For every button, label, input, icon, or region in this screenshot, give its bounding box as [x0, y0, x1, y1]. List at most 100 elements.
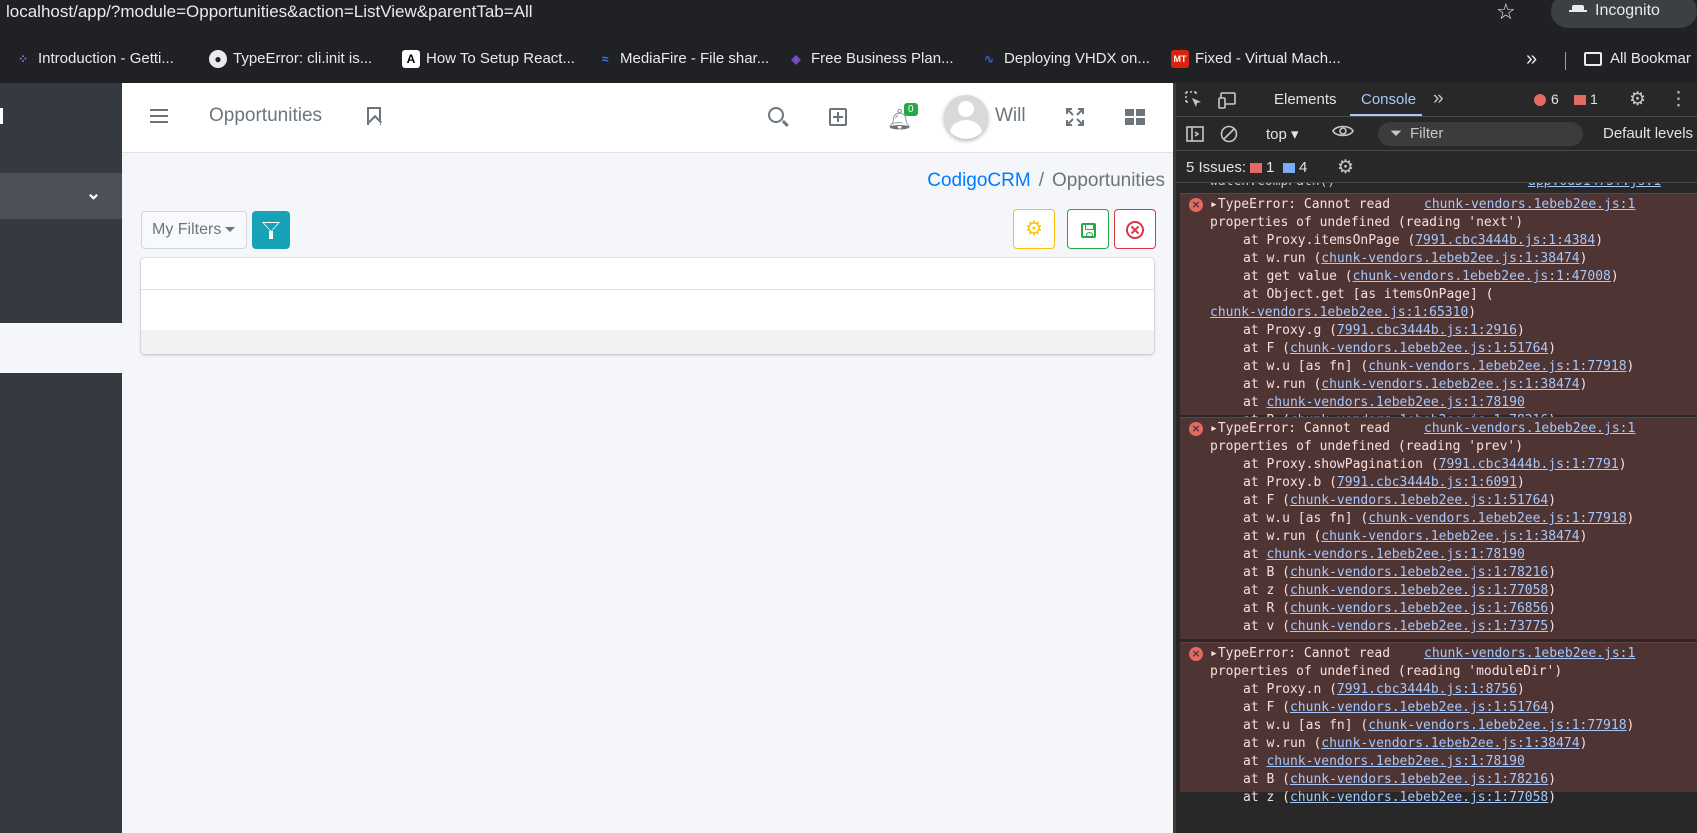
- grid-icon[interactable]: [1125, 109, 1145, 125]
- add-icon[interactable]: [829, 108, 847, 126]
- frame-suffix: ): [1548, 341, 1557, 356]
- source-link[interactable]: chunk-vendors.1ebeb2ee.js:1:78190: [1266, 395, 1524, 410]
- console-filter-input[interactable]: ⏷ Filter: [1378, 122, 1583, 146]
- source-link[interactable]: chunk-vendors.1ebeb2ee.js:1: [1424, 196, 1635, 214]
- frame-suffix: ): [1579, 529, 1588, 544]
- cancel-button[interactable]: [1114, 209, 1156, 249]
- source-link[interactable]: chunk-vendors.1ebeb2ee.js:1:38474: [1321, 251, 1579, 266]
- source-link[interactable]: chunk-vendors.1ebeb2ee.js:1:76856: [1290, 601, 1548, 616]
- source-link[interactable]: chunk-vendors.1ebeb2ee.js:1:65310: [1210, 305, 1468, 320]
- device-toolbar-icon[interactable]: [1218, 91, 1236, 109]
- source-link[interactable]: app.6d51475f.js:1: [1528, 183, 1661, 191]
- breadcrumb-root[interactable]: CodigoCRM: [927, 170, 1030, 191]
- console-error-message[interactable]: × ▸TypeError: Cannot read chunk-vendors.1e…: [1180, 417, 1697, 639]
- source-link[interactable]: chunk-vendors.1ebeb2ee.js:1:73775: [1290, 619, 1548, 634]
- frame-text: at w.u [as fn] (: [1243, 359, 1369, 374]
- context-selector[interactable]: top ▾: [1266, 125, 1299, 143]
- source-link[interactable]: chunk-vendors.1ebeb2ee.js:1:51764: [1290, 493, 1548, 508]
- avatar[interactable]: [944, 95, 988, 139]
- bookmark-item[interactable]: MT Fixed - Virtual Mach...: [1171, 46, 1341, 72]
- frame-suffix: ): [1548, 790, 1557, 805]
- frame-text: at F (: [1243, 700, 1290, 715]
- bookmark-item[interactable]: ● TypeError: cli.init is...: [209, 46, 372, 72]
- frame-suffix: ): [1548, 583, 1557, 598]
- url-field[interactable]: localhost/app/?module=Opportunities&acti…: [6, 0, 533, 24]
- source-link[interactable]: 7991.cbc3444b.js:1:2916: [1337, 323, 1517, 338]
- stack-frame: at Object.get [as itemsOnPage] (: [1210, 286, 1695, 304]
- frame-suffix: ): [1579, 736, 1588, 751]
- table-row[interactable]: [141, 291, 1154, 330]
- hamburger-menu-icon[interactable]: [150, 109, 168, 123]
- source-link[interactable]: chunk-vendors.1ebeb2ee.js:1:51764: [1290, 341, 1548, 356]
- tab-elements[interactable]: Elements: [1274, 91, 1337, 108]
- source-link[interactable]: chunk-vendors.1ebeb2ee.js:1:77918: [1368, 718, 1626, 733]
- source-link[interactable]: 7991.cbc3444b.js:1:8756: [1337, 682, 1517, 697]
- issues-bar: 5 Issues: 1 4 ⚙: [1176, 151, 1697, 183]
- bookmark-item[interactable]: ⁘ Introduction - Getti...: [14, 46, 174, 72]
- error-counter[interactable]: 6: [1534, 91, 1559, 107]
- clear-console-icon[interactable]: [1220, 125, 1238, 143]
- issues-error-count[interactable]: 1: [1250, 159, 1274, 176]
- close-circle-icon: [1126, 221, 1144, 240]
- source-link[interactable]: chunk-vendors.1ebeb2ee.js:1: [1424, 645, 1635, 663]
- source-link[interactable]: chunk-vendors.1ebeb2ee.js:1:78216: [1290, 565, 1548, 580]
- sidebar-item-active[interactable]: [0, 323, 122, 373]
- incognito-label: Incognito: [1595, 2, 1660, 19]
- source-link[interactable]: chunk-vendors.1ebeb2ee.js:1:38474: [1321, 529, 1579, 544]
- fullscreen-icon[interactable]: [1066, 108, 1084, 126]
- stack-trace: at Proxy.showPagination (7991.cbc3444b.j…: [1210, 456, 1695, 636]
- frame-text: at F (: [1243, 493, 1290, 508]
- sidebar-item-group[interactable]: [0, 173, 122, 219]
- bookmark-icon[interactable]: [367, 107, 381, 125]
- settings-gear-icon[interactable]: ⚙: [1629, 88, 1647, 110]
- source-link[interactable]: chunk-vendors.1ebeb2ee.js:1:78190: [1266, 754, 1524, 769]
- source-link[interactable]: chunk-vendors.1ebeb2ee.js:1:77058: [1290, 790, 1548, 805]
- settings-button[interactable]: ⚙: [1013, 209, 1055, 249]
- source-link[interactable]: chunk-vendors.1ebeb2ee.js:1:78216: [1290, 772, 1548, 787]
- source-link[interactable]: 7991.cbc3444b.js:1:6091: [1337, 475, 1517, 490]
- source-link[interactable]: chunk-vendors.1ebeb2ee.js:1:47008: [1353, 269, 1611, 284]
- tab-console[interactable]: Console: [1361, 91, 1416, 108]
- bookmark-item[interactable]: ≈ MediaFire - File shar...: [596, 46, 770, 72]
- warning-counter[interactable]: 1: [1574, 91, 1598, 107]
- bookmark-item[interactable]: ∿ Deploying VHDX on...: [980, 46, 1150, 72]
- bookmarks-overflow-icon[interactable]: »: [1526, 46, 1537, 72]
- save-button[interactable]: [1067, 209, 1109, 249]
- bookmark-item[interactable]: ◈ Free Business Plan...: [787, 46, 953, 72]
- source-link[interactable]: chunk-vendors.1ebeb2ee.js:1:38474: [1321, 377, 1579, 392]
- source-link[interactable]: chunk-vendors.1ebeb2ee.js:1:38474: [1321, 736, 1579, 751]
- console-error-message[interactable]: × ▸TypeError: Cannot read chunk-vendors.1e…: [1180, 193, 1697, 428]
- frame-text: at get value (: [1243, 269, 1353, 284]
- more-options-icon[interactable]: ⋮: [1669, 88, 1688, 110]
- source-link[interactable]: chunk-vendors.1ebeb2ee.js:1:77058: [1290, 583, 1548, 598]
- app-sidebar: ⌄: [0, 83, 122, 833]
- issues-settings-icon[interactable]: ⚙: [1337, 156, 1354, 179]
- more-tabs-icon[interactable]: »: [1433, 88, 1444, 110]
- incognito-badge[interactable]: Incognito: [1551, 0, 1697, 28]
- bookmark-item[interactable]: A How To Setup React...: [402, 46, 575, 72]
- source-link[interactable]: chunk-vendors.1ebeb2ee.js:1: [1424, 420, 1635, 438]
- my-filters-dropdown[interactable]: My Filters: [141, 211, 247, 249]
- frame-text: at v (: [1243, 619, 1290, 634]
- source-link[interactable]: chunk-vendors.1ebeb2ee.js:1:78190: [1266, 547, 1524, 562]
- source-link[interactable]: chunk-vendors.1ebeb2ee.js:1:51764: [1290, 700, 1548, 715]
- bookmark-star-icon[interactable]: ☆: [1496, 0, 1516, 24]
- source-link[interactable]: chunk-vendors.1ebeb2ee.js:1:77918: [1368, 511, 1626, 526]
- source-link[interactable]: 7991.cbc3444b.js:1:7791: [1439, 457, 1619, 472]
- filter-button[interactable]: [252, 211, 290, 249]
- log-levels-dropdown[interactable]: Default levels: [1603, 125, 1693, 142]
- all-bookmarks-button[interactable]: All Bookmar: [1584, 46, 1691, 72]
- eye-icon[interactable]: [1332, 123, 1354, 141]
- error-x-icon: ×: [1189, 647, 1203, 661]
- chevron-down-icon[interactable]: ⌄: [86, 183, 101, 204]
- inspect-element-icon[interactable]: [1185, 91, 1203, 109]
- issues-info-count[interactable]: 4: [1283, 159, 1307, 176]
- frame-text: at w.run (: [1243, 736, 1322, 751]
- frame-suffix: ): [1468, 305, 1477, 320]
- console-error-message[interactable]: × ▸TypeError: Cannot read chunk-vendors.1e…: [1180, 642, 1697, 805]
- source-link[interactable]: 7991.cbc3444b.js:1:4384: [1415, 233, 1595, 248]
- sidebar-toggle-icon[interactable]: [1186, 125, 1204, 143]
- search-icon[interactable]: [768, 107, 784, 123]
- user-name[interactable]: Will: [995, 105, 1026, 127]
- source-link[interactable]: chunk-vendors.1ebeb2ee.js:1:77918: [1368, 359, 1626, 374]
